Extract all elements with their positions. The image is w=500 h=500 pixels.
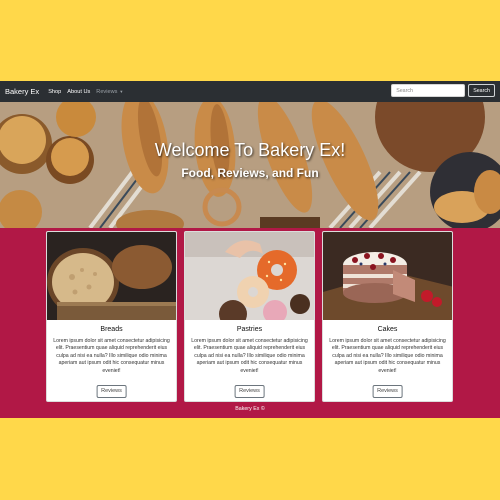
cakes-image bbox=[323, 232, 452, 320]
search-form: Search bbox=[391, 84, 495, 97]
reviews-button[interactable]: Reviews bbox=[372, 385, 403, 398]
hero-banner: Welcome To Bakery Ex! Food, Reviews, and… bbox=[0, 102, 500, 228]
footer-copyright: Bakery Ex © bbox=[235, 406, 265, 412]
card-pastries: Pastries Lorem ipsum dolor sit amet cons… bbox=[184, 231, 315, 402]
card-breads: Breads Lorem ipsum dolor sit amet consec… bbox=[46, 231, 177, 402]
brand-link[interactable]: Bakery Ex bbox=[5, 87, 39, 96]
hero-image-bread bbox=[0, 102, 500, 228]
card-text: Lorem ipsum dolor sit amet consectetur a… bbox=[329, 338, 446, 374]
reviews-button[interactable]: Reviews bbox=[96, 385, 127, 398]
hero-title: Welcome To Bakery Ex! bbox=[154, 140, 346, 160]
card-cakes: Cakes Lorem ipsum dolor sit amet consect… bbox=[322, 231, 453, 402]
card-title: Breads bbox=[100, 326, 123, 333]
nav-dropdown-reviews[interactable]: Reviews ▼ bbox=[96, 89, 123, 95]
nav-link-shop[interactable]: Shop bbox=[48, 89, 61, 95]
search-button[interactable]: Search bbox=[468, 84, 495, 97]
search-input[interactable] bbox=[391, 84, 466, 97]
navbar: Bakery Ex Shop About Us Reviews ▼ Search bbox=[0, 81, 500, 102]
pastries-image bbox=[185, 232, 314, 320]
card-text: Lorem ipsum dolor sit amet consectetur a… bbox=[53, 338, 170, 374]
nav-dropdown-label: Reviews bbox=[96, 88, 118, 95]
site-page: Bakery Ex Shop About Us Reviews▼ Search bbox=[0, 81, 500, 418]
caret-down-icon: ▼ bbox=[119, 88, 124, 94]
card-title: Pastries bbox=[236, 326, 263, 333]
card-title: Cakes bbox=[377, 326, 398, 333]
nav-link-about-us[interactable]: About Us bbox=[67, 89, 90, 95]
card-text: Lorem ipsum dolor sit amet consectetur a… bbox=[191, 338, 308, 374]
breads-image bbox=[47, 232, 176, 320]
hero-subtitle: Food, Reviews, and Fun bbox=[181, 166, 319, 180]
reviews-button[interactable]: Reviews bbox=[234, 385, 265, 398]
